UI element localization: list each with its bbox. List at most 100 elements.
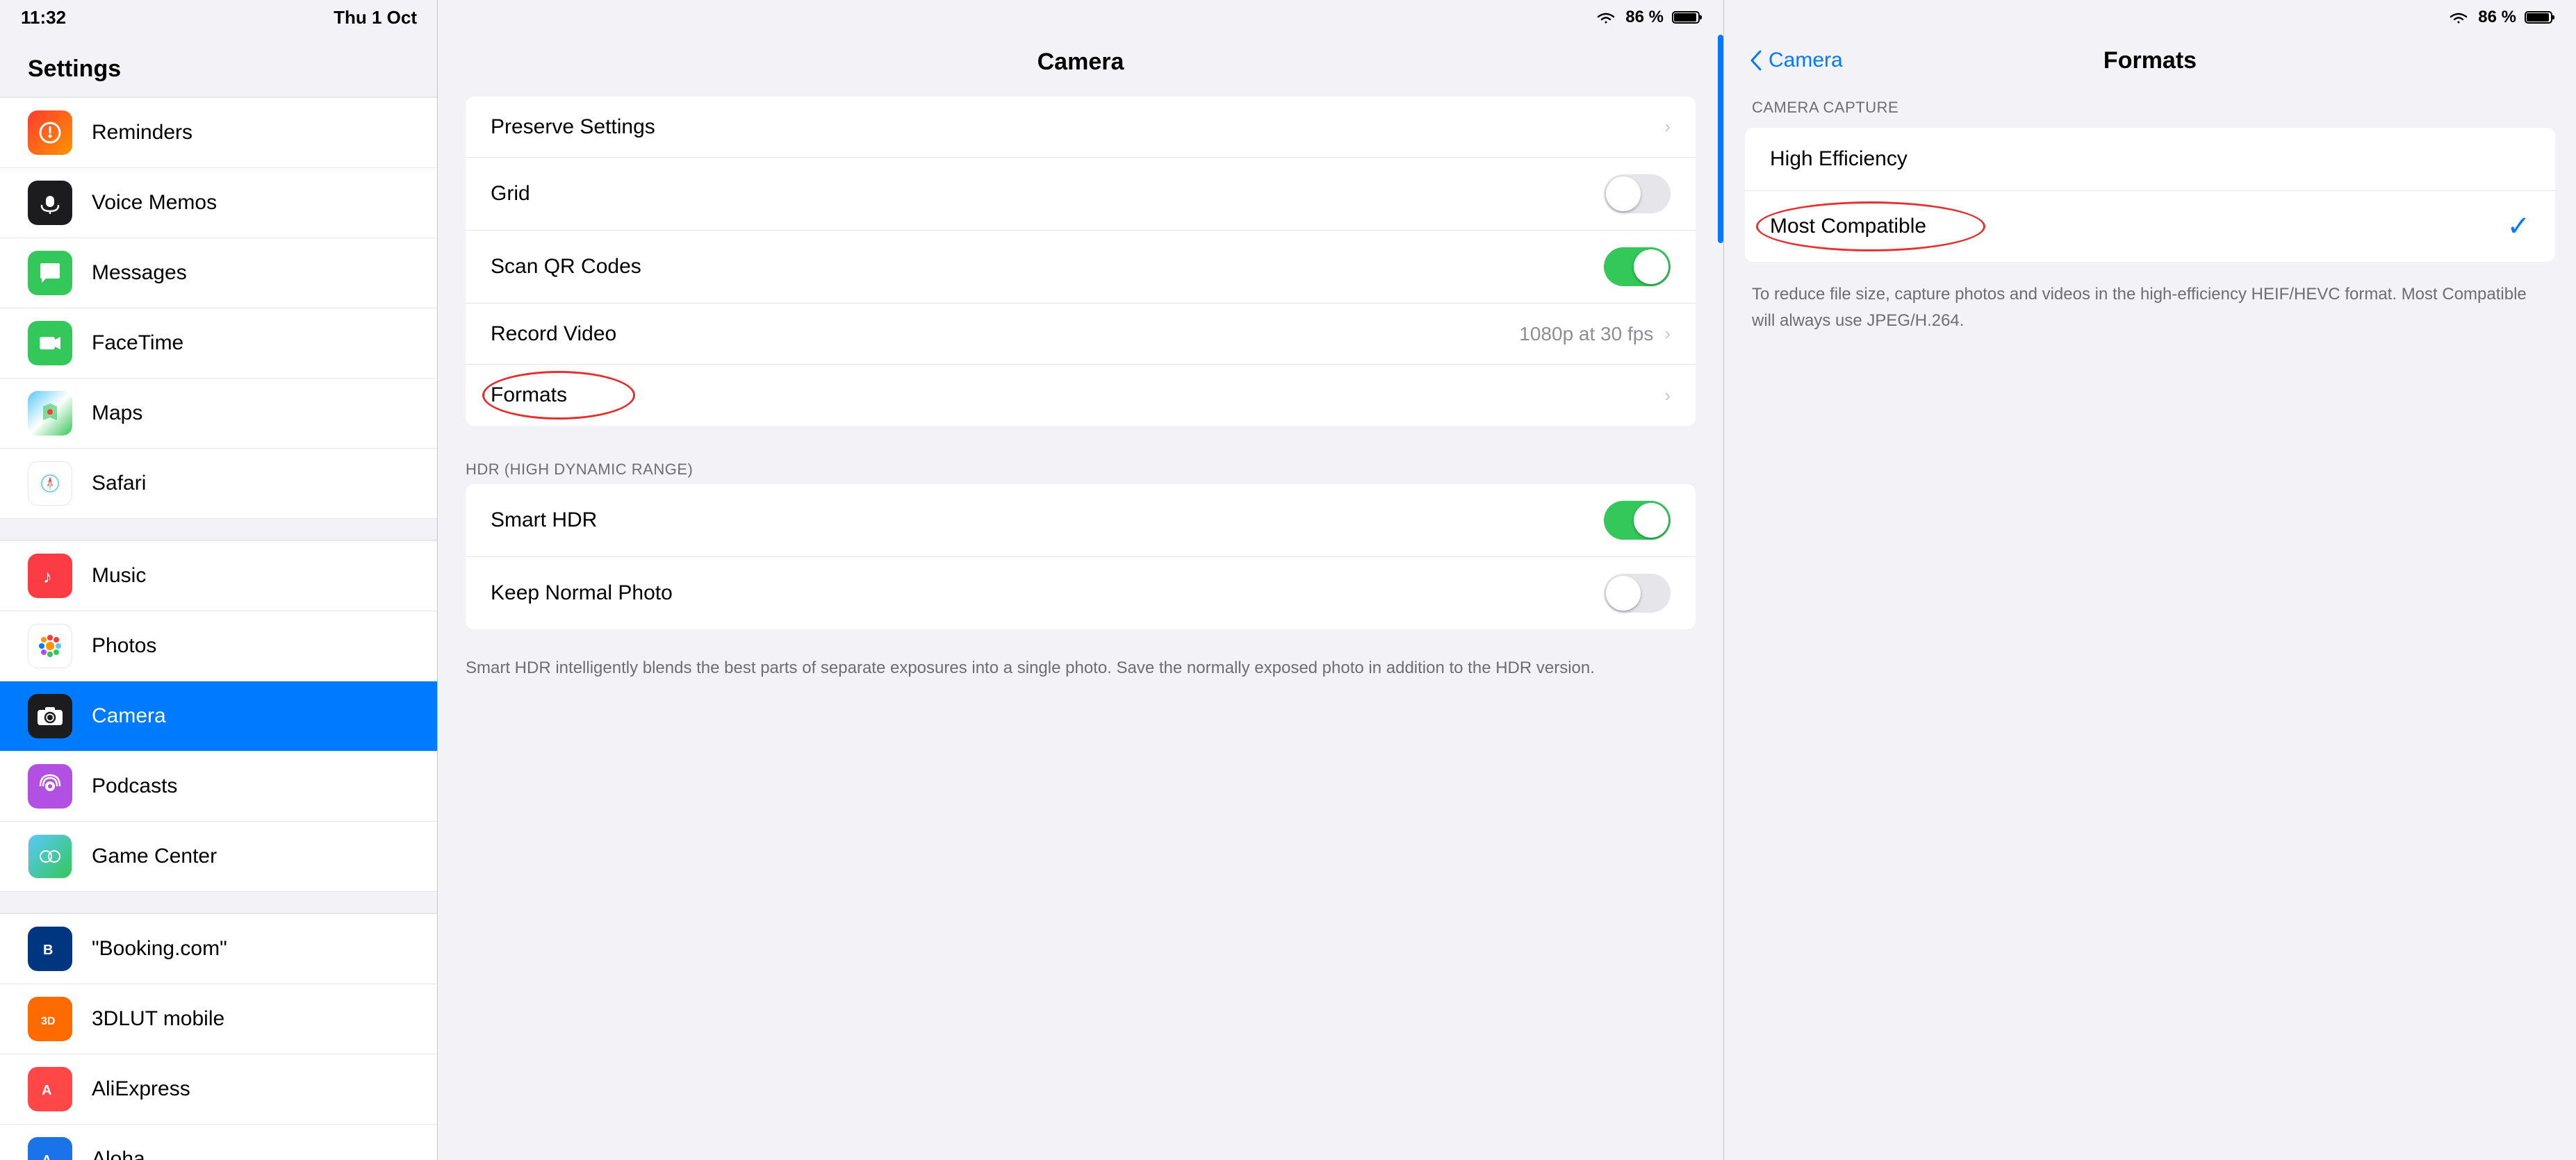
formats-row[interactable]: Formats ›	[466, 365, 1696, 426]
sidebar-item-music[interactable]: ♪ Music	[0, 540, 437, 611]
formats-panel-header: Camera Formats	[1724, 35, 2576, 93]
most-compatible-checkmark: ✓	[2507, 210, 2530, 242]
high-efficiency-label: High Efficiency	[1770, 147, 1908, 171]
photos-label: Photos	[92, 634, 156, 658]
format-options-group: High Efficiency Most Compatible ✓	[1745, 128, 2555, 262]
voicememos-label: Voice Memos	[92, 191, 217, 215]
sidebar-item-aliexpress[interactable]: A AliExpress	[0, 1054, 437, 1125]
wifi-icon-right	[2447, 10, 2470, 25]
svg-text:A: A	[42, 1153, 51, 1160]
scanqr-toggle-thumb	[1634, 249, 1668, 284]
reminders-label: Reminders	[92, 121, 192, 144]
aloha-icon: A	[28, 1137, 72, 1160]
hdr-section-header: HDR (HIGH DYNAMIC RANGE)	[438, 447, 1723, 484]
camera-capture-label: CAMERA CAPTURE	[1724, 93, 2576, 122]
format-note: To reduce file size, capture photos and …	[1724, 276, 2576, 340]
grid-label: Grid	[491, 182, 530, 206]
sidebar-item-voicememos[interactable]: Voice Memos	[0, 168, 437, 238]
camera-settings-group1: Preserve Settings › Grid Scan QR Codes R…	[466, 97, 1696, 426]
most-compatible-label: Most Compatible	[1770, 215, 1926, 238]
scanqr-toggle[interactable]	[1604, 247, 1671, 286]
svg-text:♪: ♪	[43, 566, 52, 587]
hdr-settings-group: Smart HDR Keep Normal Photo	[466, 484, 1696, 629]
safari-label: Safari	[92, 472, 146, 495]
maps-icon	[28, 391, 72, 436]
gamecenter-label: Game Center	[92, 845, 217, 868]
sidebar-item-camera[interactable]: Camera	[0, 681, 437, 752]
battery-percent: 86 %	[1625, 8, 1664, 27]
camera-panel: 86 % Camera Preserve Settings › Grid S	[438, 0, 1724, 1160]
hdr-note: Smart HDR intelligently blends the best …	[438, 650, 1723, 695]
keepnormal-toggle[interactable]	[1604, 574, 1671, 613]
settings-panel: 11:32 Thu 1 Oct Settings Reminders Voice…	[0, 0, 438, 1160]
svg-text:B: B	[43, 943, 53, 958]
camera-panel-title: Camera	[438, 35, 1723, 97]
battery-icon-right	[2525, 10, 2555, 25]
sidebar-item-gamecenter[interactable]: Game Center	[0, 822, 437, 892]
grid-row[interactable]: Grid	[466, 158, 1696, 231]
safari-icon	[28, 461, 72, 506]
formats-label: Formats	[491, 383, 567, 407]
settings-list: Reminders Voice Memos Messages FaceTime	[0, 97, 437, 1160]
scanqr-label: Scan QR Codes	[491, 255, 641, 279]
scroll-indicator	[1718, 35, 1723, 243]
sidebar-item-facetime[interactable]: FaceTime	[0, 308, 437, 379]
battery-icon	[1672, 10, 1703, 25]
recordvideo-row[interactable]: Record Video 1080p at 30 fps ›	[466, 304, 1696, 365]
3dlut-icon: 3D	[28, 997, 72, 1041]
maps-label: Maps	[92, 401, 142, 425]
messages-icon	[28, 251, 72, 295]
sidebar-item-podcasts[interactable]: Podcasts	[0, 752, 437, 822]
sidebar-item-booking[interactable]: B "Booking.com"	[0, 913, 437, 984]
music-label: Music	[92, 564, 146, 588]
sidebar-item-3dlut[interactable]: 3D 3DLUT mobile	[0, 984, 437, 1054]
most-compatible-row[interactable]: Most Compatible ✓	[1745, 191, 2555, 262]
photos-icon	[28, 624, 72, 668]
back-button[interactable]: Camera	[1749, 49, 1843, 72]
music-icon: ♪	[28, 554, 72, 598]
smarthdr-toggle[interactable]	[1604, 501, 1671, 540]
sidebar-item-reminders[interactable]: Reminders	[0, 97, 437, 168]
wifi-icon	[1595, 10, 1617, 25]
recordvideo-label: Record Video	[491, 322, 616, 346]
svg-text:3D: 3D	[41, 1016, 55, 1027]
smarthdr-row[interactable]: Smart HDR	[466, 484, 1696, 557]
keepnormal-row[interactable]: Keep Normal Photo	[466, 557, 1696, 629]
preserve-label: Preserve Settings	[491, 115, 655, 139]
booking-icon: B	[28, 927, 72, 971]
voicememos-icon	[28, 181, 72, 225]
facetime-icon	[28, 321, 72, 365]
grid-toggle[interactable]	[1604, 174, 1671, 213]
formats-chevron: ›	[1664, 385, 1671, 406]
formats-panel: 86 % Camera Formats CAMERA CAPTURE High …	[1724, 0, 2576, 1160]
formats-title: Formats	[2103, 47, 2197, 74]
sidebar-item-maps[interactable]: Maps	[0, 379, 437, 449]
sidebar-item-photos[interactable]: Photos	[0, 611, 437, 681]
camera-icon	[28, 694, 72, 738]
sidebar-item-safari[interactable]: Safari	[0, 449, 437, 519]
smarthdr-toggle-thumb	[1634, 503, 1668, 538]
podcasts-label: Podcasts	[92, 774, 177, 798]
scanqr-row[interactable]: Scan QR Codes	[466, 231, 1696, 304]
aloha-label: Aloha	[92, 1147, 145, 1160]
sidebar-item-messages[interactable]: Messages	[0, 238, 437, 308]
aliexpress-label: AliExpress	[92, 1077, 190, 1101]
camera-label: Camera	[92, 704, 166, 728]
facetime-label: FaceTime	[92, 331, 183, 355]
sidebar-item-aloha[interactable]: A Aloha	[0, 1125, 437, 1160]
3dlut-label: 3DLUT mobile	[92, 1007, 224, 1031]
preserve-chevron: ›	[1664, 116, 1671, 138]
recordvideo-value: 1080p at 30 fps	[1519, 323, 1653, 345]
preserve-settings-row[interactable]: Preserve Settings ›	[466, 97, 1696, 158]
aliexpress-icon: A	[28, 1067, 72, 1111]
battery-percent-right: 86 %	[2478, 8, 2516, 27]
back-label: Camera	[1769, 49, 1843, 72]
smarthdr-label: Smart HDR	[491, 508, 597, 532]
high-efficiency-row[interactable]: High Efficiency	[1745, 128, 2555, 191]
keepnormal-label: Keep Normal Photo	[491, 581, 673, 605]
back-chevron-icon	[1749, 49, 1763, 72]
status-date: Thu 1 Oct	[334, 7, 417, 28]
svg-text:A: A	[42, 1083, 51, 1098]
keepnormal-toggle-thumb	[1606, 576, 1641, 611]
podcasts-icon	[28, 764, 72, 809]
